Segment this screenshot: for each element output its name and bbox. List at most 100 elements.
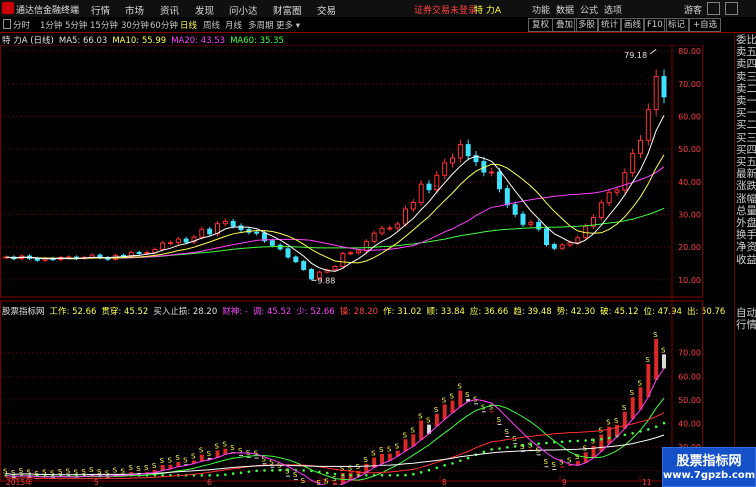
period-daily[interactable]: 日线 [180,19,197,31]
indicator-dot [521,444,525,447]
period-60min[interactable]: 60分钟 [150,19,178,31]
tool-multi-stock[interactable]: 多股 [574,18,600,32]
indicator-axis-label: 40.00 [678,419,701,428]
candle-body [630,152,636,174]
side-panel-5[interactable]: 卖一 [736,95,756,107]
tool-adjust[interactable]: 复权 [528,18,554,32]
ma20-line [5,166,665,259]
menu-options[interactable]: 选项 [604,3,622,16]
menu-formula[interactable]: 公式 [580,3,598,16]
menu-ask[interactable]: 问小达 [229,3,258,17]
indicator-dot [490,448,493,451]
menu-quotes[interactable]: 行情 [91,3,110,17]
side-panel-10[interactable]: 买五 [736,156,756,168]
side-panel-2[interactable]: 卖四 [736,58,756,70]
candle-body [207,228,213,235]
period-30min[interactable]: 30分钟 [121,19,149,31]
side-panel-2-1[interactable]: 行情 [736,319,756,331]
indicator-signal-label: S [160,457,165,465]
indicator-dot [341,473,345,477]
period-intraday[interactable]: 分时 [3,19,30,31]
kline-chart[interactable]: 80.00 70.00 60.00 50.00 40.00 30.00 20.00 10.00… [0,45,703,485]
side-panel-18[interactable]: 收益 [736,254,756,266]
candle-body [348,252,354,255]
period-weekly[interactable]: 周线 [203,19,220,31]
period-15min[interactable]: 15分钟 [90,19,118,31]
menu-news[interactable]: 资讯 [160,3,179,17]
candle-body [387,227,393,230]
indicator-dot [286,468,290,472]
tool-mark[interactable]: 标记 [664,18,690,32]
candle-body [614,189,620,193]
side-panel-0[interactable]: 委比 [736,34,756,46]
indicator-frame [0,300,703,482]
side-panel-16[interactable]: 换手 [736,229,756,241]
indicator-bar [333,482,337,485]
indicator-signal-label: S [222,441,227,449]
indicator-signal-label: S [465,391,470,399]
tool-stats[interactable]: 统计 [597,18,623,32]
menu-data[interactable]: 数据 [556,3,574,16]
side-panel-11[interactable]: 最新 [736,168,756,180]
period-5min[interactable]: 5分钟 [65,19,87,31]
indicator-axis-label: 70.00 [678,349,701,358]
side-panel-7[interactable]: 买二 [736,119,756,131]
indicator-signal-label: S [215,442,220,450]
side-panel-8[interactable]: 买三 [736,132,756,144]
indicator-signal-label: S [238,447,243,455]
indicator-dot [380,473,384,477]
candle-body [230,220,236,227]
side-panel-6[interactable]: 买一 [736,107,756,119]
indicator-dot [278,468,282,472]
indicator-dot [529,443,533,446]
login-status[interactable]: 证券交易未登录 [414,3,477,16]
candle-body [332,266,338,271]
indicator-dot [607,436,611,440]
indicator-signal-label: S [387,446,392,454]
indicator-signal-label: S [136,465,141,473]
side-panel-15[interactable]: 外盘 [736,217,756,229]
indicator-signal-label: S [301,477,306,485]
indicator-dot [239,471,243,475]
menu-trade[interactable]: 交易 [317,3,336,17]
side-panel-12[interactable]: 涨跌 [736,180,756,192]
menu-market[interactable]: 市场 [125,3,144,17]
menu-guest[interactable]: 游客 [684,3,702,16]
side-panel-2-0[interactable]: 自动 [736,307,756,319]
candle-body [340,252,346,268]
tool-draw[interactable]: 画线 [620,18,646,32]
indicator-dot [568,439,572,443]
period-more[interactable]: 更多 ▾ [276,19,300,31]
side-panel-1[interactable]: 卖五 [736,46,756,58]
indicator-bar [552,468,557,470]
price-axis-label: 50.00 [678,145,701,154]
candle-body [575,237,581,244]
price-axis-label: 40.00 [678,178,701,187]
side-panel-13[interactable]: 涨幅 [736,193,756,205]
side-panel-4[interactable]: 卖二 [736,83,756,95]
candle-body [363,240,369,252]
side-panel-3[interactable]: 卖三 [736,71,756,83]
menu-discover[interactable]: 发现 [195,3,214,17]
candle-body [465,144,471,157]
candle-body [528,221,534,225]
period-multi[interactable]: 多周期 [248,19,274,31]
side-panel-17[interactable]: 净资 [736,241,756,253]
indicator-signal-label: S [614,417,619,425]
indicator-dot [365,473,368,477]
period-monthly[interactable]: 月线 [225,19,242,31]
high-price-annotation: 79.18 [624,51,647,60]
indicator-signal-label: S [128,464,133,472]
quote-side-panel: 委比 卖五 卖四 卖三 卖二 卖一 买一 买二 买三 买四 买五 最新 涨跌 涨幅 总量 外盘 换手 净资 收益自动… [734,33,756,487]
side-panel-9[interactable]: 买四 [736,144,756,156]
period-1min[interactable]: 1分钟 [40,19,62,31]
menu-function[interactable]: 功能 [532,3,550,16]
indicator-signal-label: S [379,446,384,454]
close-icon[interactable] [725,2,738,15]
minimize-icon[interactable] [707,2,720,15]
tool-add-favorite[interactable]: +自选 [689,18,722,32]
side-panel-14[interactable]: 总量 [736,205,756,217]
indicator-signal-label: S [89,466,94,474]
candle-body [175,238,181,244]
menu-wealth-circle[interactable]: 财富圈 [273,3,302,17]
